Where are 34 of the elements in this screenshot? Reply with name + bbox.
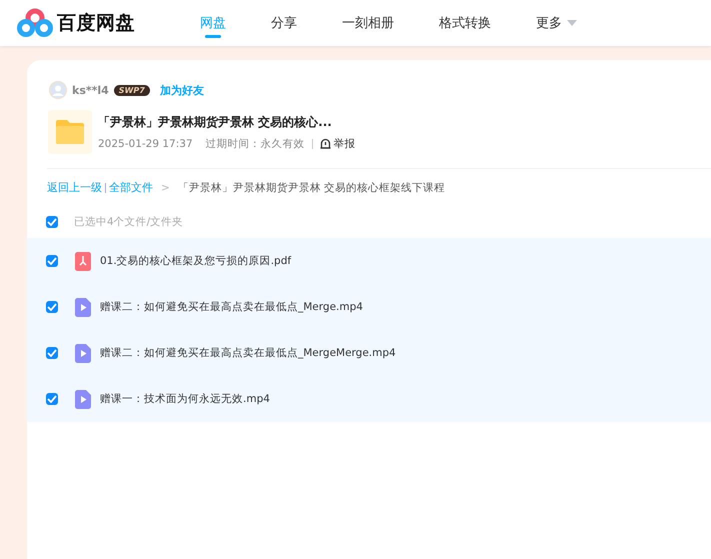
video-file-icon xyxy=(75,390,91,408)
nav-tab[interactable]: 更多 xyxy=(536,0,577,46)
file-checkbox[interactable] xyxy=(46,393,58,405)
current-folder: 「尹景林」尹景林期货尹景林 交易的核心框架线下课程 xyxy=(178,180,446,194)
select-all-checkbox[interactable] xyxy=(46,216,58,228)
brand-name: 百度网盘 xyxy=(57,11,135,36)
breadcrumb-separator: > xyxy=(161,182,170,194)
nav-tab[interactable]: 格式转换 xyxy=(439,0,491,46)
expiry-text: 过期时间：永久有效 xyxy=(206,136,305,150)
file-row[interactable]: 01.交易的核心框架及您亏损的原因.pdf xyxy=(27,238,711,284)
level-badge: SWP7 xyxy=(114,84,150,96)
file-name: 赠课一：技术面为何永远无效.mp4 xyxy=(100,392,270,406)
selection-count: 已选中4个文件/文件夹 xyxy=(74,215,184,229)
video-file-icon xyxy=(75,298,91,316)
avatar-icon xyxy=(49,81,67,99)
file-name: 01.交易的核心框架及您亏损的原因.pdf xyxy=(100,254,292,268)
cloud-logo-icon xyxy=(17,8,53,38)
file-name: 赠课二：如何避免买在最高点卖在最低点_MergeMerge.mp4 xyxy=(100,346,396,360)
file-row[interactable]: 赠课一：技术面为何永远无效.mp4 xyxy=(27,376,711,422)
report-link[interactable]: 举报 xyxy=(334,136,356,150)
folder-icon xyxy=(48,110,92,154)
user-name: ks**l4 xyxy=(72,84,109,96)
file-name: 赠课二：如何避免买在最高点卖在最低点_Merge.mp4 xyxy=(100,300,363,314)
file-checkbox[interactable] xyxy=(46,301,58,313)
nav-tab[interactable]: 分享 xyxy=(271,0,297,46)
share-date: 2025-01-29 17:37 xyxy=(98,138,193,150)
file-row[interactable]: 赠课二：如何避免买在最高点卖在最低点_MergeMerge.mp4 xyxy=(27,330,711,376)
pdf-file-icon xyxy=(75,252,91,270)
file-checkbox[interactable] xyxy=(46,347,58,359)
video-file-icon xyxy=(75,344,91,362)
file-checkbox[interactable] xyxy=(46,255,58,267)
share-title: 「尹景林」尹景林期货尹景林 交易的核心... xyxy=(98,114,333,130)
nav-tab[interactable]: 一刻相册 xyxy=(342,0,394,46)
file-row[interactable]: 赠课二：如何避免买在最高点卖在最低点_Merge.mp4 xyxy=(27,284,711,330)
